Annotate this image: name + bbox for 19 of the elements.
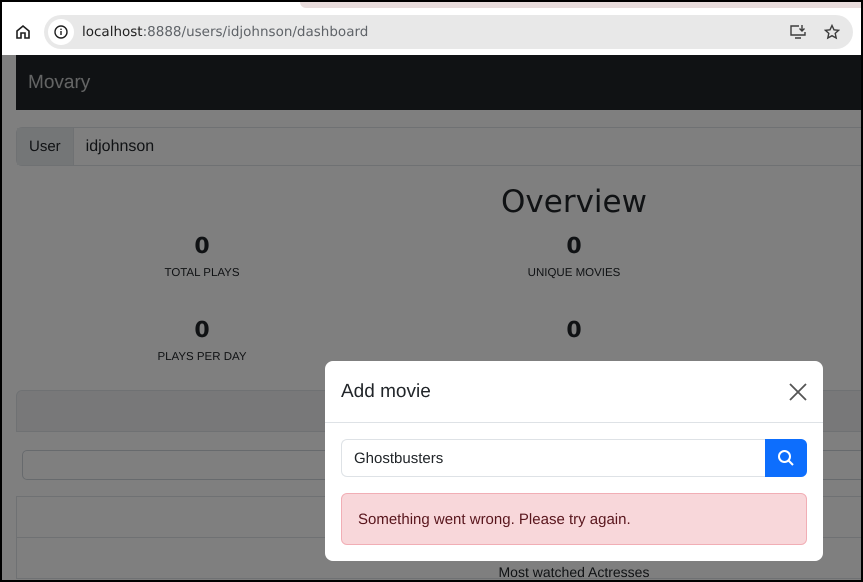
stat-value: 0 xyxy=(194,234,210,259)
search-field[interactable]: Ghostbusters xyxy=(341,439,765,477)
stat-value: 0 xyxy=(566,234,582,259)
stat-label: UNIQUE MOVIES xyxy=(528,267,620,279)
address-bar[interactable]: localhost:8888/users/idjohnson/dashboard xyxy=(44,14,853,48)
overview-heading: Overview xyxy=(500,184,648,220)
close-button[interactable] xyxy=(787,380,809,402)
section-heading: Most watched Actresses xyxy=(498,564,650,580)
modal-title: Add movie xyxy=(341,380,431,402)
info-icon[interactable] xyxy=(48,18,74,44)
user-select[interactable]: User idjohnson xyxy=(16,127,861,166)
error-alert: Something went wrong. Please try again. xyxy=(341,493,807,545)
stat-value: 0 xyxy=(194,318,210,343)
url-text: localhost:8888/users/idjohnson/dashboard xyxy=(82,24,370,40)
search-icon[interactable] xyxy=(777,449,795,467)
search-button[interactable] xyxy=(765,439,807,477)
stat-label: TOTAL PLAYS xyxy=(164,267,240,279)
stat-value: 0 xyxy=(566,318,582,343)
stat-label: PLAYS PER DAY xyxy=(157,351,247,363)
